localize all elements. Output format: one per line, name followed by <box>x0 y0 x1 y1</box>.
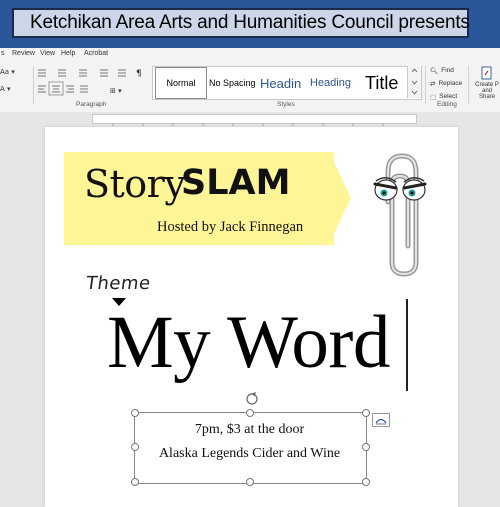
find-label: Find <box>441 67 454 74</box>
share-label: and Share <box>478 88 495 100</box>
resize-handle[interactable] <box>131 409 139 417</box>
styles-scroll-button[interactable] <box>407 66 421 98</box>
svg-text:¶: ¶ <box>136 69 142 79</box>
menu-tabs: s Review View Help Acrobat <box>0 48 500 62</box>
select-icon: ⬚ <box>430 93 437 101</box>
styles-gallery[interactable]: Normal No Spacing Headin Heading Title <box>152 66 422 100</box>
tab-review[interactable]: Review <box>12 50 35 57</box>
tab-help[interactable]: Help <box>61 50 75 57</box>
styles-group-label: Styles <box>277 101 295 108</box>
paragraph-group-label: Paragraph <box>76 101 107 108</box>
search-box[interactable]: Ketchikan Area Arts and Humanities Counc… <box>12 8 470 38</box>
title-bar: Ketchikan Area Arts and Humanities Counc… <box>0 0 500 48</box>
find-button[interactable]: 🔍︎ Find <box>430 64 462 77</box>
headline[interactable]: My Word <box>107 300 390 386</box>
paragraph-tools-icon[interactable]: Aa ▾ A ▾ ¶ ⊞ ▾ <box>0 64 150 104</box>
svg-text:⊞ ▾: ⊞ ▾ <box>110 87 122 95</box>
theme-label: Theme <box>84 273 153 294</box>
resize-handle[interactable] <box>246 409 254 417</box>
ribbon-separator <box>468 66 469 104</box>
replace-label: Replace <box>438 80 463 87</box>
style-heading1[interactable]: Headin <box>260 67 301 99</box>
rotate-handle-icon[interactable] <box>245 392 259 406</box>
resize-handle[interactable] <box>131 478 139 486</box>
style-heading2[interactable]: Heading <box>310 67 351 99</box>
resize-handle[interactable] <box>362 409 370 417</box>
pdf-icon <box>481 66 492 80</box>
layout-options-button[interactable] <box>372 413 390 427</box>
slam-title: SLAM <box>181 163 291 203</box>
svg-text:Aa ▾: Aa ▾ <box>0 68 15 76</box>
ribbon-separator <box>425 66 426 104</box>
ruler-track[interactable] <box>92 114 417 126</box>
resize-handle[interactable] <box>362 478 370 486</box>
editing-group: 🔍︎ Find ⇄ Replace ⬚ Select <box>430 64 462 103</box>
select-label: Select <box>439 93 458 100</box>
svg-text:A ▾: A ▾ <box>0 85 11 93</box>
text-cursor <box>406 299 408 391</box>
create-pdf-button[interactable]: Create P and Share <box>474 66 500 100</box>
resize-handle[interactable] <box>246 478 254 486</box>
style-title[interactable]: Title <box>365 67 398 99</box>
paperclip-mascot-icon <box>373 153 427 277</box>
tab-acrobat[interactable]: Acrobat <box>84 50 108 57</box>
textbox-line-2: Alaska Legends Cider and Wine <box>158 446 341 461</box>
chevron-down-icon <box>411 68 418 95</box>
layout-options-icon <box>375 418 387 425</box>
tab-view[interactable]: View <box>40 50 55 57</box>
replace-button[interactable]: ⇄ Replace <box>430 77 462 90</box>
host-line: Hosted by Jack Finnegan <box>157 219 304 235</box>
style-no-spacing[interactable]: No Spacing <box>209 67 256 99</box>
find-icon: 🔍︎ <box>430 67 439 75</box>
textbox-line-1: 7pm, $3 at the door <box>194 422 305 437</box>
banner-arrow <box>333 160 351 236</box>
tab-partial[interactable]: s <box>1 50 5 57</box>
editing-group-label: Editing <box>437 101 457 108</box>
replace-icon: ⇄ <box>430 80 436 88</box>
story-title: Story <box>84 162 186 206</box>
search-text: Ketchikan Area Arts and Humanities Counc… <box>30 12 470 33</box>
style-normal[interactable]: Normal <box>155 67 207 99</box>
ribbon-separator <box>33 66 34 104</box>
